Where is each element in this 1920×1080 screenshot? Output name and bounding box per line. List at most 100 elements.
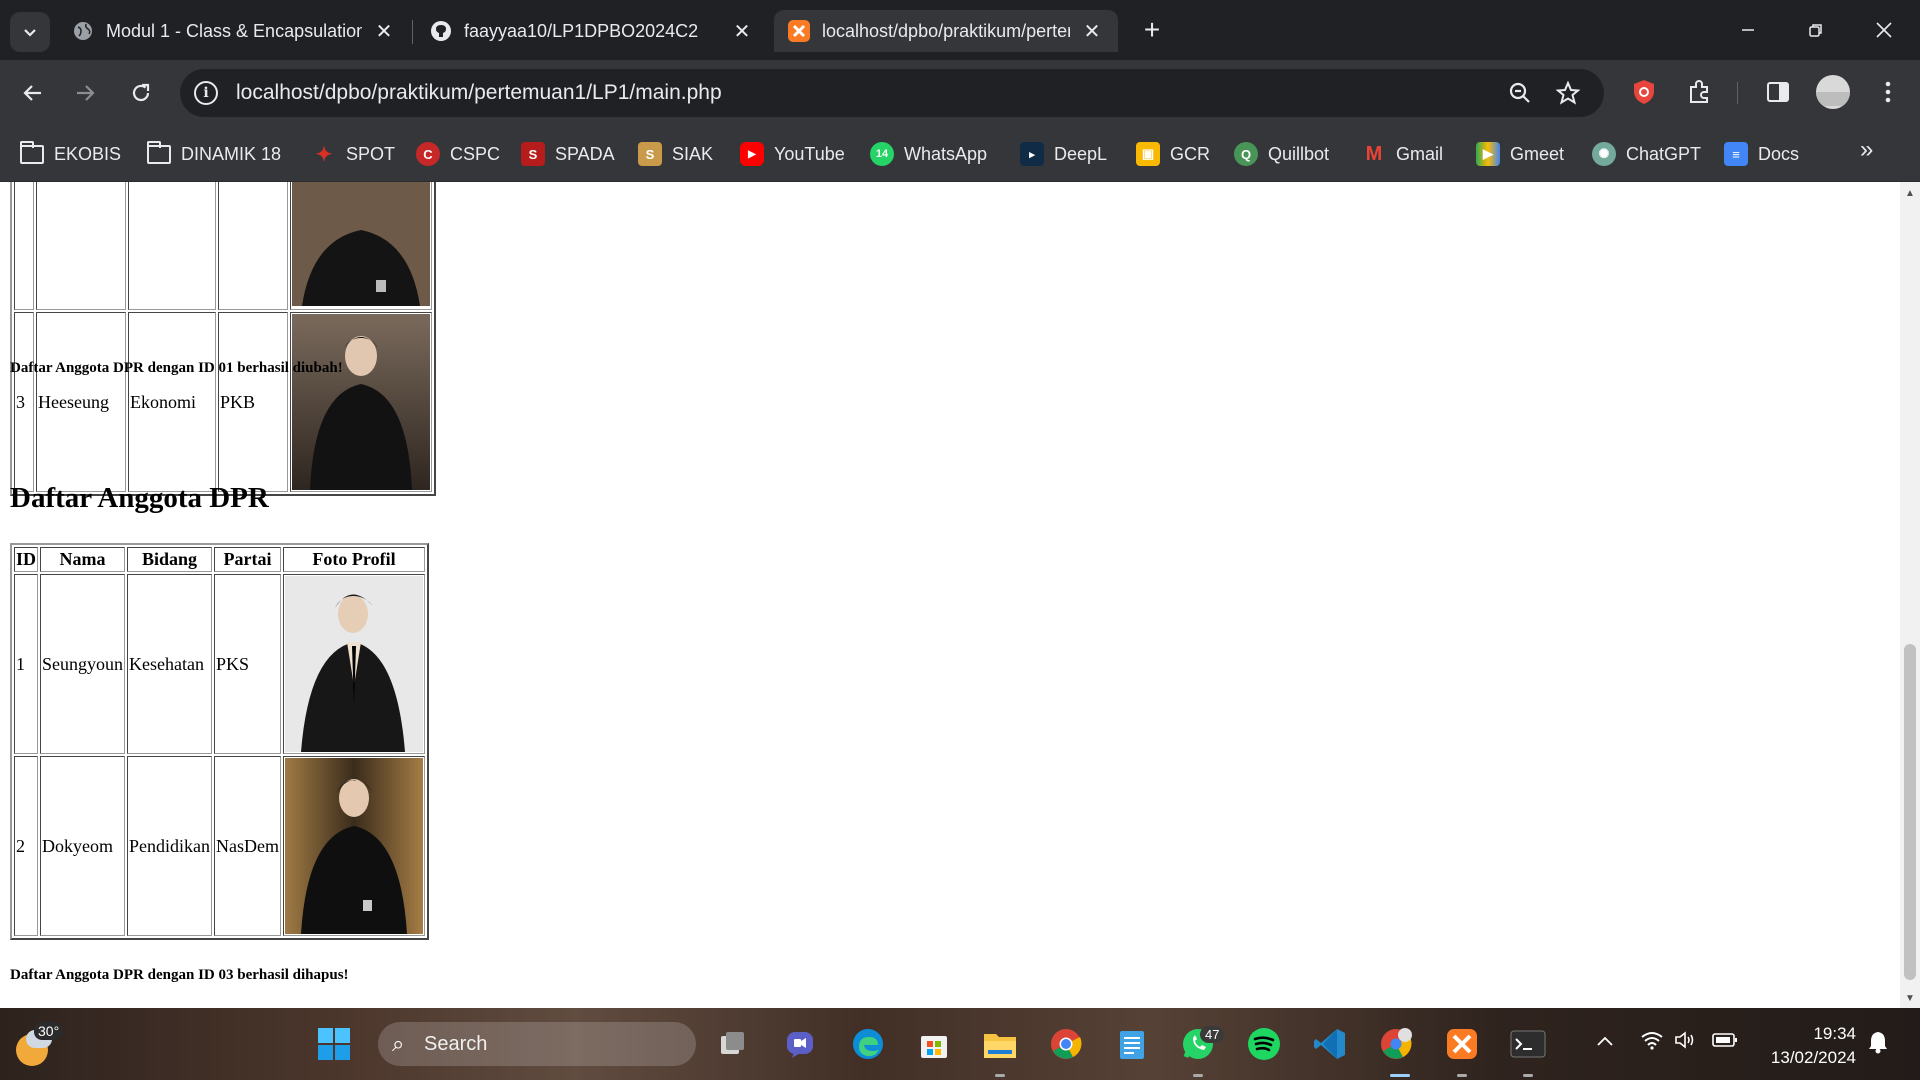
tab-title: Modul 1 - Class & Encapsulation: [106, 20, 362, 41]
minimize-button[interactable]: [1718, 10, 1778, 50]
bookmarks-bar: EKOBIS DINAMIK 18 ✦ SPOT C CSPC S SPADA S SI…: [0, 126, 1920, 182]
close-tab-icon[interactable]: ✕: [372, 19, 396, 44]
windows-logo-icon: [318, 1028, 350, 1060]
id-cell: 1: [14, 574, 39, 754]
zoom-icon[interactable]: [1506, 79, 1534, 107]
table-row: 2 Dokyeom Pendidikan NasDem: [14, 756, 425, 936]
bookmark-label: WhatsApp: [904, 143, 988, 164]
gmail-icon: M: [1365, 142, 1383, 165]
xampp-icon: [788, 20, 810, 42]
xampp-app-icon[interactable]: [1440, 1022, 1484, 1066]
running-app-indicator: [995, 1074, 1005, 1077]
close-window-button[interactable]: [1854, 10, 1914, 50]
edge-icon[interactable]: [846, 1022, 890, 1066]
bookmark-quillbot[interactable]: Q Quillbot: [1234, 140, 1329, 168]
url-text[interactable]: localhost/dpbo/praktikum/pertemuan1/LP1/…: [236, 81, 722, 105]
bookmark-gcr[interactable]: ▣ GCR: [1136, 140, 1210, 168]
file-explorer-icon[interactable]: [978, 1022, 1022, 1066]
chevron-up-icon[interactable]: [1596, 1032, 1614, 1053]
bookmark-spada[interactable]: S SPADA: [521, 140, 615, 168]
bookmark-siak[interactable]: S SIAK: [638, 140, 713, 168]
chatgpt-icon: ✺: [1592, 142, 1616, 166]
tab-search-button[interactable]: [10, 12, 50, 52]
bookmark-label: EKOBIS: [54, 143, 122, 164]
partai-cell: NasDem: [214, 756, 281, 936]
system-clock[interactable]: 19:34 13/02/2024: [1756, 1022, 1856, 1070]
windows-taskbar: 30° ⌕ Search 47 19:34 13/02/2024: [0, 1008, 1920, 1080]
deepl-icon: ▸: [1020, 142, 1044, 166]
header-partai: Partai: [214, 547, 281, 572]
chevron-double-right-icon[interactable]: »: [1860, 136, 1873, 164]
nama-cell: Dokyeom: [40, 756, 126, 936]
weather-widget[interactable]: 30°: [14, 1022, 64, 1066]
clock-time: 19:34: [1813, 1024, 1856, 1043]
site-info-icon[interactable]: i: [194, 81, 218, 105]
taskbar-search[interactable]: ⌕ Search: [378, 1022, 696, 1066]
nama-cell: Seungyoun: [40, 574, 126, 754]
profile-avatar[interactable]: [1816, 75, 1850, 109]
bookmark-ekobis[interactable]: EKOBIS: [20, 140, 121, 168]
notepad-icon[interactable]: [1110, 1022, 1154, 1066]
chrome-profile-icon[interactable]: [1374, 1022, 1418, 1066]
forward-button[interactable]: [66, 74, 104, 112]
battery-icon[interactable]: [1712, 1031, 1738, 1054]
photo-cell: [283, 756, 425, 936]
header-nama: Nama: [40, 547, 126, 572]
bookmark-whatsapp[interactable]: 14 WhatsApp: [870, 140, 987, 168]
delete-success-message: Daftar Anggota DPR dengan ID 03 berhasil…: [10, 967, 349, 983]
notification-bell-icon[interactable]: [1868, 1030, 1888, 1059]
reload-button[interactable]: [122, 74, 160, 112]
bookmark-cspc[interactable]: C CSPC: [416, 140, 500, 168]
bookmark-spot[interactable]: ✦ SPOT: [312, 140, 395, 168]
scroll-down-arrow-icon[interactable]: ▼: [1905, 993, 1915, 1004]
menu-kebab-icon[interactable]: [1872, 76, 1904, 108]
vscode-icon[interactable]: [1308, 1022, 1352, 1066]
bookmark-star-icon[interactable]: [1554, 79, 1582, 107]
update-success-message: Daftar Anggota DPR dengan ID 01 berhasil…: [10, 360, 343, 376]
bookmark-gmail[interactable]: M Gmail: [1362, 140, 1443, 168]
chrome-icon[interactable]: [1044, 1022, 1088, 1066]
bookmark-chatgpt[interactable]: ✺ ChatGPT: [1592, 140, 1701, 168]
shield-extension-icon[interactable]: [1628, 76, 1660, 108]
microsoft-store-icon[interactable]: [912, 1022, 956, 1066]
volume-icon[interactable]: [1674, 1030, 1696, 1055]
bookmark-dinamik18[interactable]: DINAMIK 18: [147, 140, 281, 168]
siak-icon: S: [638, 142, 662, 166]
close-tab-icon[interactable]: ✕: [1080, 19, 1104, 44]
back-arrow-icon: [23, 85, 41, 101]
bidang-cell: Ekonomi: [128, 312, 216, 492]
tab-modul1[interactable]: Modul 1 - Class & Encapsulation ✕: [58, 10, 410, 52]
scroll-up-arrow-icon[interactable]: ▲: [1905, 188, 1915, 199]
start-button[interactable]: [312, 1022, 356, 1066]
wifi-icon[interactable]: [1640, 1030, 1664, 1055]
bookmark-label: SPADA: [555, 143, 615, 164]
bookmark-docs[interactable]: ≡ Docs: [1724, 140, 1799, 168]
search-placeholder: Search: [424, 1032, 488, 1055]
whatsapp-app-icon[interactable]: 47: [1176, 1022, 1225, 1066]
extensions-puzzle-icon[interactable]: [1684, 76, 1716, 108]
spotify-icon[interactable]: [1242, 1022, 1286, 1066]
task-view-icon[interactable]: [710, 1022, 754, 1066]
browser-toolbar: i localhost/dpbo/praktikum/pertemuan1/LP…: [0, 60, 1920, 126]
cspc-icon: C: [416, 142, 440, 166]
address-bar[interactable]: i localhost/dpbo/praktikum/pertemuan1/LP…: [180, 69, 1604, 117]
bookmark-label: SIAK: [672, 143, 714, 164]
close-tab-icon[interactable]: ✕: [730, 19, 754, 44]
restore-button[interactable]: [1786, 10, 1846, 50]
bookmark-youtube[interactable]: ▶ YouTube: [740, 140, 845, 168]
new-tab-button[interactable]: +: [1136, 14, 1168, 46]
vertical-scrollbar[interactable]: ▲ ▼: [1900, 182, 1920, 1008]
bookmark-gmeet[interactable]: ▶ Gmeet: [1476, 140, 1564, 168]
terminal-icon[interactable]: [1506, 1022, 1550, 1066]
photo-cell: [283, 574, 425, 754]
spada-icon: S: [521, 142, 545, 166]
tab-localhost[interactable]: localhost/dpbo/praktikum/pertemuan1/LP1/…: [774, 10, 1118, 52]
tab-github[interactable]: faayyaa10/LP1DPBO2024C2 ✕: [416, 10, 768, 52]
bookmark-deepl[interactable]: ▸ DeepL: [1020, 140, 1107, 168]
table-row: 1 Seungyoun Kesehatan PKS: [14, 574, 425, 754]
teams-chat-icon[interactable]: [778, 1022, 822, 1066]
bookmark-label: CSPC: [450, 143, 501, 164]
side-panel-icon[interactable]: [1762, 76, 1794, 108]
scrollbar-thumb[interactable]: [1904, 644, 1916, 980]
back-button[interactable]: [14, 74, 52, 112]
